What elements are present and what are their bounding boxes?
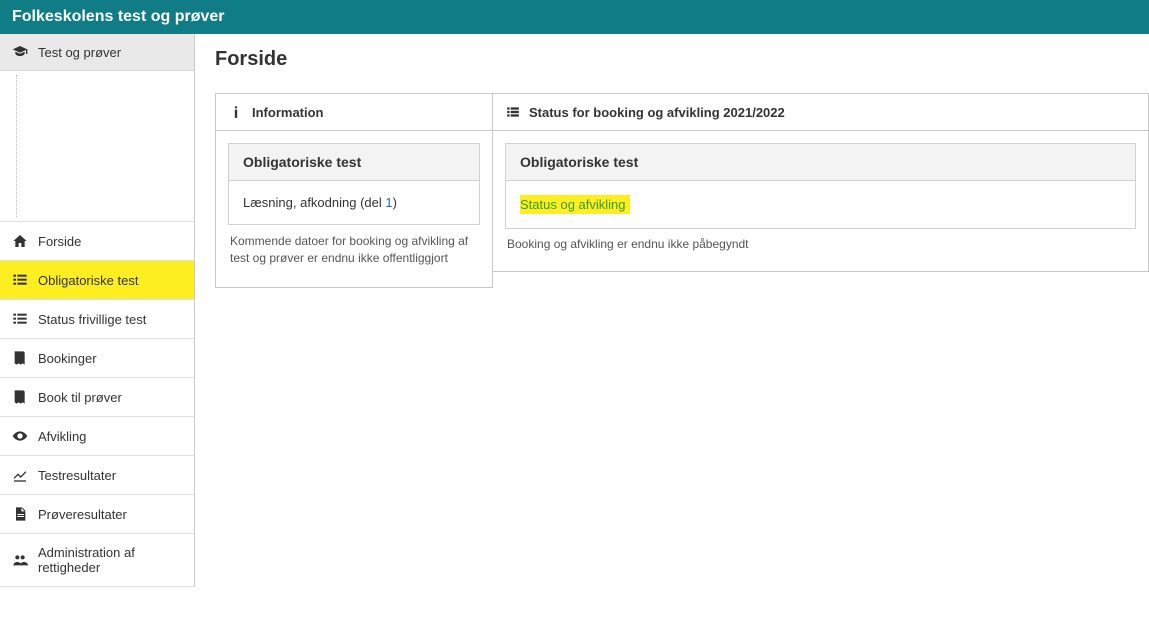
app-header: Folkeskolens test og prøver (0, 0, 1149, 34)
doc-icon (12, 506, 28, 522)
main-content: Forside Information Obligatoriske test L… (195, 34, 1149, 587)
nav-item-administration-af-rettigheder[interactable]: Administration af rettigheder (0, 533, 194, 587)
status-panel-title: Status for booking og afvikling 2021/202… (529, 105, 785, 120)
nav-item-label: Afvikling (38, 429, 86, 444)
status-afvikling-link[interactable]: Status og afvikling (520, 197, 626, 212)
list-icon (505, 104, 521, 120)
status-panel-header: Status for booking og afvikling 2021/202… (493, 94, 1148, 131)
info-subcard: Obligatoriske test Læsning, afkodning (d… (228, 143, 480, 225)
home-icon (12, 233, 28, 249)
sidebar-header[interactable]: Test og prøver (0, 34, 194, 71)
sidebar: Test og prøver Forside Obligatoriske test… (0, 34, 195, 587)
sidebar-nav: Forside Obligatoriske test Status frivilli… (0, 221, 194, 587)
status-note: Booking og afvikling er endnu ikke påbeg… (505, 229, 1136, 259)
nav-item-label: Testresultater (38, 468, 116, 483)
nav-item-label: Book til prøver (38, 390, 122, 405)
sidebar-header-label: Test og prøver (38, 45, 121, 60)
status-link-highlight: Status og afvikling (520, 195, 630, 214)
nav-item-label: Bookinger (38, 351, 97, 366)
app-title: Folkeskolens test og prøver (12, 8, 225, 25)
status-subcard-title: Obligatoriske test (506, 144, 1135, 181)
information-panel-header: Information (216, 94, 492, 131)
book-icon (12, 350, 28, 366)
nav-item-label: Forside (38, 234, 81, 249)
info-text-suffix: ) (393, 195, 397, 210)
list-icon (12, 272, 28, 288)
users-icon (12, 552, 28, 568)
nav-item-obligatoriske-test[interactable]: Obligatoriske test (0, 260, 194, 299)
eye-icon (12, 428, 28, 444)
nav-item-label: Obligatoriske test (38, 273, 138, 288)
information-panel: Information Obligatoriske test Læsning, … (215, 93, 493, 288)
nav-item-book-til-pr-ver[interactable]: Book til prøver (0, 377, 194, 416)
chart-icon (12, 467, 28, 483)
sidebar-tree (0, 71, 194, 221)
info-subcard-body: Læsning, afkodning (del 1) (229, 181, 479, 224)
page-title: Forside (215, 48, 1149, 71)
info-icon (228, 104, 244, 120)
info-text-num: 1 (385, 195, 392, 210)
nav-item-afvikling[interactable]: Afvikling (0, 416, 194, 455)
list-icon (12, 311, 28, 327)
info-footer-text: Kommende datoer for booking og afvikling… (228, 225, 480, 275)
nav-item-label: Administration af rettigheder (38, 545, 182, 575)
info-text-prefix: Læsning, afkodning (del (243, 195, 385, 210)
information-panel-title: Information (252, 105, 324, 120)
nav-item-label: Status frivillige test (38, 312, 146, 327)
book-icon (12, 389, 28, 405)
nav-item-status-frivillige-test[interactable]: Status frivillige test (0, 299, 194, 338)
info-subcard-title: Obligatoriske test (229, 144, 479, 181)
graduation-cap-icon (12, 44, 28, 60)
status-panel: Status for booking og afvikling 2021/202… (493, 93, 1149, 272)
nav-item-forside[interactable]: Forside (0, 221, 194, 260)
nav-item-bookinger[interactable]: Bookinger (0, 338, 194, 377)
nav-item-label: Prøveresultater (38, 507, 127, 522)
status-subcard: Obligatoriske test Status og afvikling (505, 143, 1136, 229)
nav-item-pr-veresultater[interactable]: Prøveresultater (0, 494, 194, 533)
nav-item-testresultater[interactable]: Testresultater (0, 455, 194, 494)
